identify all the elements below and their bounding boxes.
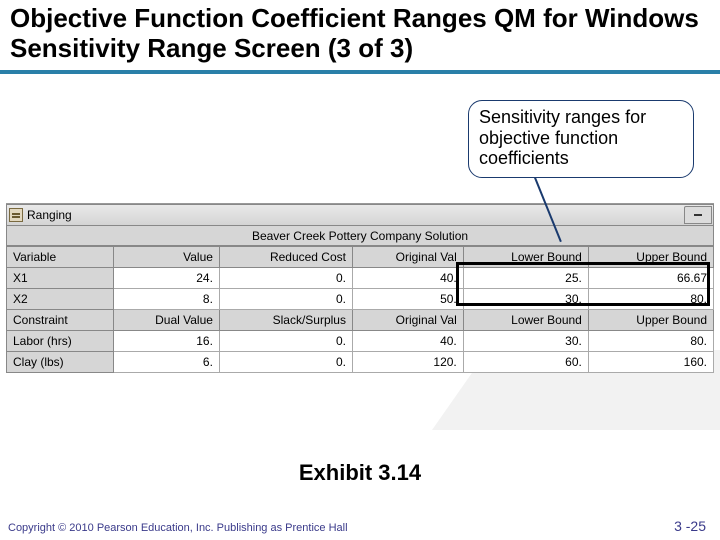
cell: 30. [463, 331, 588, 352]
row-label: Labor (hrs) [7, 331, 114, 352]
window-titlebar[interactable]: Ranging [6, 204, 714, 226]
table-row: Clay (lbs) 6. 0. 120. 60. 160. [7, 352, 714, 373]
col-header: Original Val [352, 247, 463, 268]
cell: 0. [219, 289, 352, 310]
window-subtitle: Beaver Creek Pottery Company Solution [6, 226, 714, 246]
variable-ranging-table: Variable Value Reduced Cost Original Val… [6, 246, 714, 373]
cell: 120. [352, 352, 463, 373]
exhibit-label: Exhibit 3.14 [0, 460, 720, 486]
table-header-row: Variable Value Reduced Cost Original Val… [7, 247, 714, 268]
row-label: Clay (lbs) [7, 352, 114, 373]
cell: 160. [588, 352, 713, 373]
cell: 0. [219, 268, 352, 289]
slide-title: Objective Function Coefficient Ranges QM… [0, 0, 720, 74]
copyright-text: Copyright © 2010 Pearson Education, Inc.… [8, 522, 388, 534]
cell: 24. [114, 268, 220, 289]
cell: 0. [219, 331, 352, 352]
col-header: Lower Bound [463, 247, 588, 268]
col-header: Upper Bound [588, 310, 713, 331]
col-header: Value [114, 247, 220, 268]
minimize-button[interactable] [684, 206, 712, 224]
cell: 40. [352, 331, 463, 352]
cell: 0. [219, 352, 352, 373]
table-row: X2 8. 0. 50. 30. 80. [7, 289, 714, 310]
page-number: 3 -25 [674, 518, 706, 534]
window-icon [9, 208, 23, 222]
table-row: X1 24. 0. 40. 25. 66.67 [7, 268, 714, 289]
cell: 80. [588, 289, 713, 310]
col-header: Lower Bound [463, 310, 588, 331]
row-label: X1 [7, 268, 114, 289]
col-header: Upper Bound [588, 247, 713, 268]
cell: 60. [463, 352, 588, 373]
ranging-window: Ranging Beaver Creek Pottery Company Sol… [6, 203, 714, 373]
table-header-row: Constraint Dual Value Slack/Surplus Orig… [7, 310, 714, 331]
row-label: X2 [7, 289, 114, 310]
col-header: Dual Value [114, 310, 220, 331]
cell: 40. [352, 268, 463, 289]
col-header: Reduced Cost [219, 247, 352, 268]
cell: 8. [114, 289, 220, 310]
table-row: Labor (hrs) 16. 0. 40. 30. 80. [7, 331, 714, 352]
cell: 30. [463, 289, 588, 310]
col-header: Slack/Surplus [219, 310, 352, 331]
col-header: Original Val [352, 310, 463, 331]
col-header: Variable [7, 247, 114, 268]
cell: 66.67 [588, 268, 713, 289]
cell: 80. [588, 331, 713, 352]
cell: 16. [114, 331, 220, 352]
col-header: Constraint [7, 310, 114, 331]
window-title: Ranging [27, 208, 72, 222]
cell: 6. [114, 352, 220, 373]
cell: 25. [463, 268, 588, 289]
cell: 50. [352, 289, 463, 310]
callout-box: Sensitivity ranges for objective functio… [468, 100, 694, 178]
